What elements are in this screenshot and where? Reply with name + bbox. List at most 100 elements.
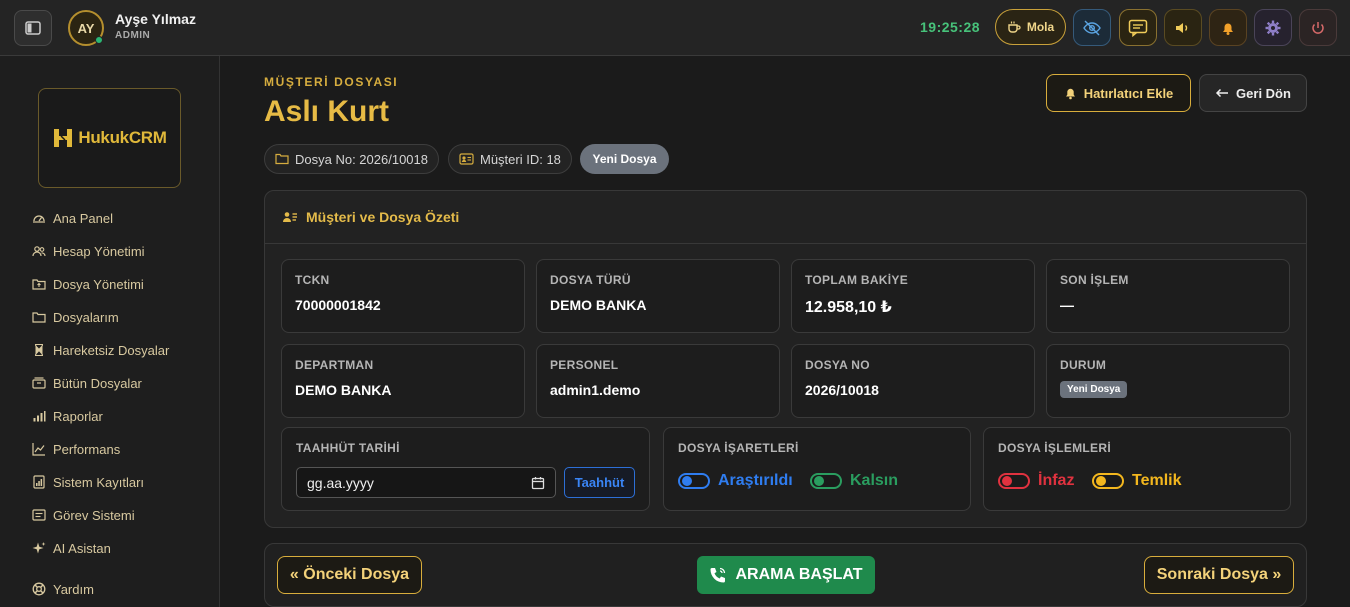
info-card-label: DOSYA TÜRÜ [550,273,631,287]
info-card-value: 70000001842 [295,297,381,313]
status-badge: Yeni Dosya [1060,381,1128,398]
assignment-switch[interactable] [1092,473,1124,489]
avatar-initials: AY [77,20,95,36]
sidebar-item-label: Raporlar [53,408,103,424]
commitment-label: TAAHHÜT TARİHİ [296,441,400,455]
sidebar-item-label: Ana Panel [53,210,113,226]
settings-button[interactable] [1254,9,1292,46]
info-card-total-balance: TOPLAM BAKİYE 12.958,10 ₺ [791,259,1035,333]
tasks-icon [32,509,46,521]
info-card-file-no: DOSYA NO 2026/10018 [791,344,1035,418]
sidebar-item-label: Performans [53,441,121,457]
sidebar-item-reports[interactable]: Raporlar [32,406,103,426]
id-card-icon [459,153,474,165]
next-file-button[interactable]: Sonraki Dosya » [1144,556,1294,594]
summary-panel: Müşteri ve Dosya Özeti TCKN 70000001842 … [264,190,1307,528]
info-card-value: 12.958,10 ₺ [805,299,892,316]
break-button[interactable]: Mola [995,9,1066,45]
logo-mark-icon [54,129,73,147]
bell-icon [1065,88,1075,100]
sidebar-toggle-icon [25,21,41,35]
info-card-label: DURUM [1060,358,1107,372]
sidebar-item-file-management[interactable]: Dosya Yönetimi [32,274,144,294]
assignment-toggle[interactable]: Temlik [1092,472,1182,490]
commitment-button[interactable]: Taahhüt [564,467,635,498]
assignment-label: Temlik [1132,472,1182,489]
arrow-left-icon [1215,88,1229,98]
info-card-department: DEPARTMAN DEMO BANKA [281,344,525,418]
info-card-label: DEPARTMAN [295,358,374,372]
sidebar: HukukCRM Ana Panel Hesap Yönetimi Dosya … [0,56,220,607]
previous-file-button[interactable]: « Önceki Dosya [277,556,422,594]
sidebar-toggle-button[interactable] [14,10,52,46]
sidebar-item-accounts[interactable]: Hesap Yönetimi [32,241,145,261]
researched-toggle[interactable]: Araştırıldı [678,472,793,490]
calendar-icon[interactable] [531,476,545,490]
file-actions-label: DOSYA İŞLEMLERİ [998,441,1111,455]
add-reminder-button[interactable]: Hatırlatıcı Ekle [1046,74,1191,112]
commitment-date-input[interactable]: gg.aa.yyyy [296,467,556,498]
file-number-chip: Dosya No: 2026/10018 [264,144,439,174]
contact-card-icon [283,212,297,222]
execution-toggle[interactable]: İnfaz [998,472,1074,490]
logo-text: HukukCRM [78,128,167,147]
start-call-label: ARAMA BAŞLAT [735,566,863,583]
chat-icon [1128,19,1148,37]
folder-upload-icon [32,279,46,290]
info-card-staff: PERSONEL admin1.demo [536,344,780,418]
sidebar-item-help[interactable]: Yardım [32,579,94,599]
status-badge: Yeni Dosya [580,144,669,174]
stay-label: Kalsın [850,472,899,489]
avatar[interactable]: AY [68,10,104,46]
online-status-dot [95,36,103,44]
messages-button[interactable] [1119,9,1157,46]
sidebar-item-label: Görev Sistemi [53,507,135,523]
file-flags-label: DOSYA İŞARETLERİ [678,441,799,455]
sidebar-item-label: Dosya Yönetimi [53,276,144,292]
info-card-label: PERSONEL [550,358,619,372]
start-call-button[interactable]: ARAMA BAŞLAT [697,556,875,594]
help-icon [32,582,46,596]
volume-icon [1176,22,1188,33]
page-title: Aslı Kurt [264,95,390,128]
execution-label: İnfaz [1038,472,1075,489]
log-icon [33,475,45,489]
info-card-value: DEMO BANKA [295,382,392,398]
sound-button[interactable] [1164,9,1202,46]
logo[interactable]: HukukCRM [38,88,181,188]
stay-switch[interactable] [810,473,842,489]
sidebar-item-my-files[interactable]: Dosyalarım [32,307,119,327]
sidebar-item-performance[interactable]: Performans [32,439,120,459]
sidebar-item-dashboard[interactable]: Ana Panel [32,208,113,228]
power-icon [1312,21,1324,34]
notifications-button[interactable] [1209,9,1247,46]
users-icon [32,246,46,257]
sidebar-item-label: Bütün Dosyalar [53,375,142,391]
researched-switch[interactable] [678,473,710,489]
file-number-text: Dosya No: 2026/10018 [295,151,428,167]
researched-label: Araştırıldı [718,472,793,489]
info-card-status: DURUM Yeni Dosya [1046,344,1290,418]
sidebar-item-ai-assistant[interactable]: AI Asistan [32,538,111,558]
section-label: MÜŞTERİ DOSYASI [264,75,399,89]
sidebar-item-all-files[interactable]: Bütün Dosyalar [32,373,142,393]
file-actions-card: DOSYA İŞLEMLERİ İnfaz Temlik [983,427,1291,511]
info-card-label: SON İŞLEM [1060,273,1129,287]
phone-call-icon [710,567,726,583]
sidebar-item-system-logs[interactable]: Sistem Kayıtları [32,472,144,492]
summary-title: Müşteri ve Dosya Özeti [306,209,460,225]
sidebar-item-tasks[interactable]: Görev Sistemi [32,505,135,525]
file-navigation-bar: « Önceki Dosya ARAMA BAŞLAT Sonraki Dosy… [264,543,1307,607]
sidebar-item-inactive-files[interactable]: Hareketsiz Dosyalar [32,340,169,360]
coffee-icon [1008,21,1021,33]
back-button[interactable]: Geri Dön [1199,74,1307,112]
dashboard-icon [33,215,45,223]
line-chart-icon [32,443,45,456]
hourglass-icon [34,343,44,357]
stay-toggle[interactable]: Kalsın [810,472,898,490]
folder-icon [275,153,289,165]
privacy-toggle-button[interactable] [1073,9,1111,46]
execution-switch[interactable] [998,473,1030,489]
gear-icon [1265,20,1281,35]
logout-button[interactable] [1299,9,1337,46]
